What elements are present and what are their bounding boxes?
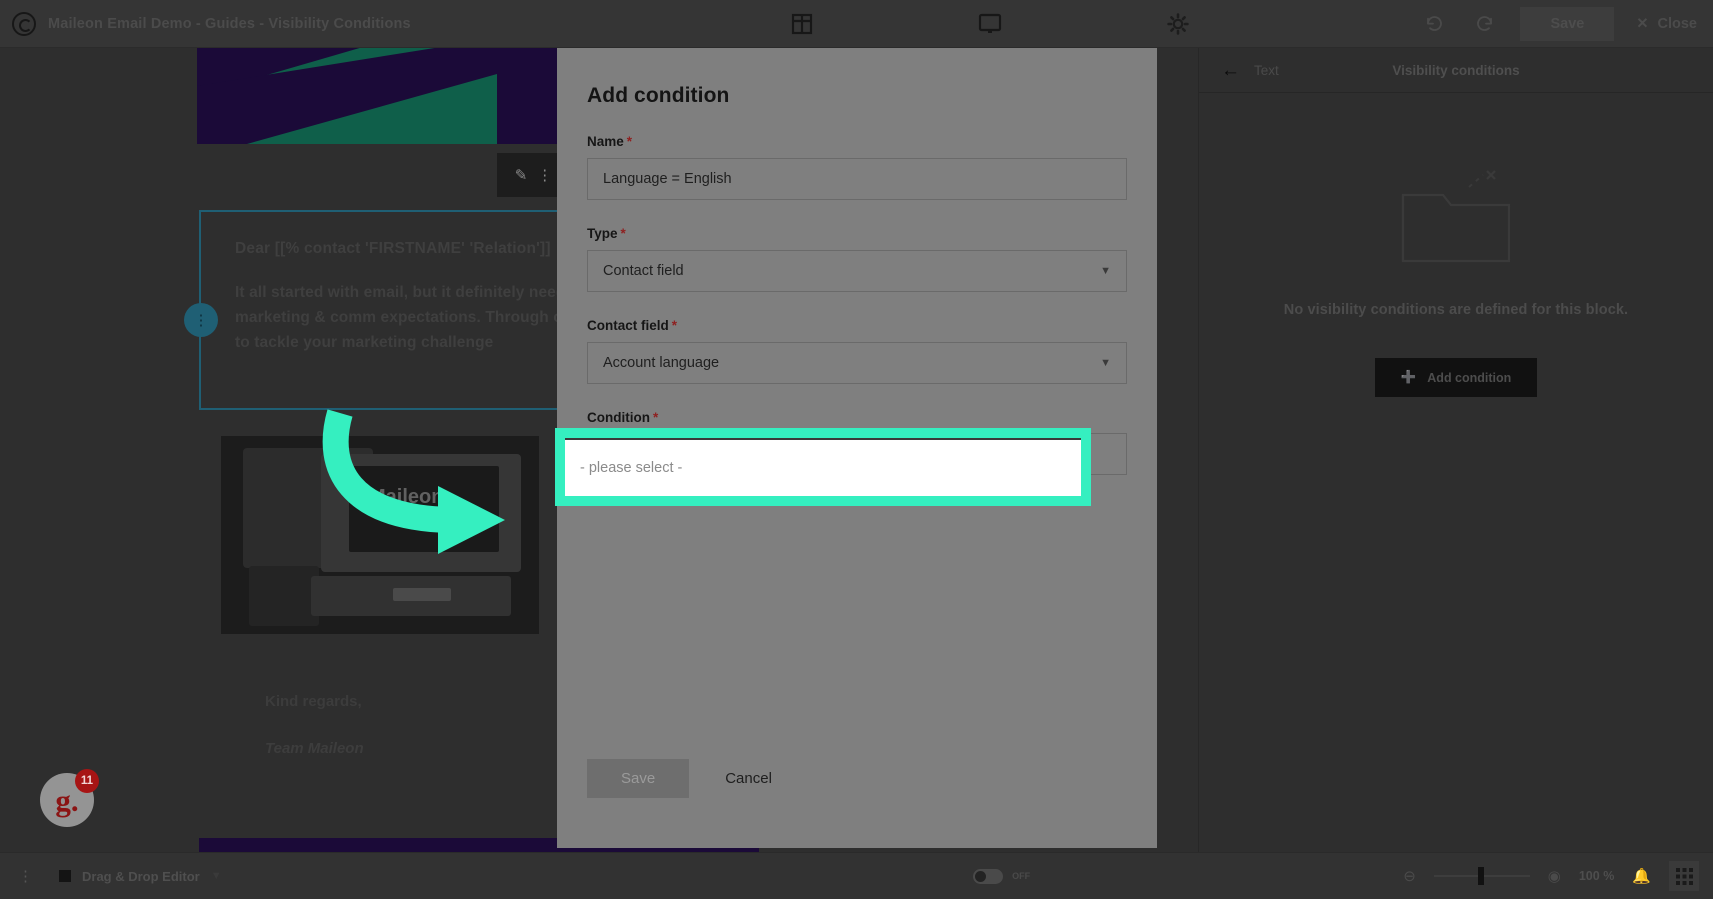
contact-field-select-value: Account language	[603, 355, 720, 371]
zoom-level-value: 100 %	[1578, 869, 1615, 883]
drag-dots-icon[interactable]: ⋮	[537, 166, 553, 184]
condition-highlight-frame: - please select -	[555, 428, 1091, 506]
condition-select-value: - please select -	[580, 460, 683, 476]
modal-action-row: Save Cancel	[587, 759, 778, 798]
gear-icon[interactable]	[1164, 10, 1192, 38]
modal-cancel-button[interactable]: Cancel	[719, 759, 778, 798]
panel-body: No visibility conditions are defined for…	[1199, 93, 1713, 397]
zoom-reset-icon[interactable]: ◉	[1548, 867, 1561, 885]
arrow-left-icon[interactable]: ←	[1221, 61, 1240, 80]
add-condition-button-label: Add condition	[1427, 370, 1512, 385]
chevron-down-icon: ▼	[1100, 357, 1111, 369]
bell-icon[interactable]: 🔔	[1632, 867, 1651, 885]
type-select[interactable]: Contact field ▼	[587, 250, 1127, 292]
toolbar-right-actions: Save ✕ Close	[1420, 6, 1713, 41]
field-type: Type * Contact field ▼	[587, 226, 1127, 292]
editor-swatch-icon	[59, 870, 71, 882]
top-toolbar: Maileon Email Demo - Guides - Visibility…	[0, 0, 1713, 48]
add-condition-button[interactable]: ➕ Add condition	[1374, 358, 1538, 397]
field-condition-label-text: Condition	[587, 410, 650, 425]
field-condition-label: Condition *	[587, 410, 1127, 425]
name-input[interactable]: Language = English	[587, 158, 1127, 200]
required-marker: *	[652, 410, 659, 425]
page-title: Maileon Email Demo - Guides - Visibility…	[48, 15, 411, 32]
app-root: Maileon Email Demo - Guides - Visibility…	[0, 0, 1713, 899]
email-image-block[interactable]: Maileon	[221, 436, 539, 634]
visibility-conditions-panel: ← Text Visibility conditions No visibili…	[1198, 48, 1713, 852]
required-marker: *	[626, 134, 633, 149]
contact-field-select[interactable]: Account language ▼	[587, 342, 1127, 384]
field-type-label-text: Type	[587, 226, 618, 241]
block-drag-handle[interactable]: ⋮	[184, 303, 218, 337]
modal-title: Add condition	[587, 84, 730, 107]
bottom-left-group: ⋮ Drag & Drop Editor ▼	[0, 869, 600, 884]
field-name-label: Name *	[587, 134, 1127, 149]
field-name-label-text: Name	[587, 134, 624, 149]
kebab-menu-icon[interactable]: ⋮	[18, 869, 33, 884]
layout-grid-icon[interactable]	[788, 10, 816, 38]
required-marker: *	[620, 226, 626, 241]
toolbar-center-icons	[560, 10, 1420, 38]
maileon-logo-icon	[12, 11, 36, 36]
pencil-icon[interactable]: ✎	[515, 166, 528, 184]
empty-folder-icon	[1401, 170, 1511, 263]
redo-icon[interactable]	[1470, 10, 1498, 38]
grid-apps-icon[interactable]	[1669, 861, 1699, 891]
image-brand-word: Maileon	[369, 486, 444, 508]
undo-icon[interactable]	[1420, 10, 1448, 38]
desktop-preview-icon[interactable]	[976, 10, 1004, 38]
zoom-out-icon[interactable]: ⊖	[1403, 867, 1416, 885]
condition-select[interactable]: - please select -	[565, 438, 1081, 496]
plus-icon: ➕	[1400, 370, 1417, 384]
field-contact-field: Contact field * Account language ▼	[587, 318, 1127, 384]
preview-toggle-label: OFF	[1012, 871, 1031, 881]
required-marker: *	[671, 318, 678, 333]
brand-area: Maileon Email Demo - Guides - Visibility…	[0, 11, 560, 36]
field-condition: Condition * - please select -	[555, 410, 1127, 506]
field-contact-field-label: Contact field *	[587, 318, 1127, 333]
panel-back-label[interactable]: Text	[1254, 63, 1279, 78]
empty-state-message: No visibility conditions are defined for…	[1283, 302, 1629, 318]
guides-notification-count: 11	[75, 769, 99, 793]
save-button[interactable]: Save	[1520, 6, 1615, 41]
email-signature: Team Maileon	[265, 740, 364, 757]
editor-selector-label: Drag & Drop Editor	[82, 868, 200, 884]
close-x-icon: ✕	[1636, 15, 1649, 32]
chevron-down-icon: ▼	[1100, 265, 1111, 277]
close-button[interactable]: ✕ Close	[1636, 16, 1697, 32]
panel-header: ← Text Visibility conditions	[1199, 48, 1713, 93]
email-regards: Kind regards,	[265, 693, 362, 710]
image-shape-c	[349, 466, 499, 552]
editor-selector[interactable]: Drag & Drop Editor ▼	[59, 869, 222, 884]
add-condition-modal: Add condition Name * Language = English T…	[555, 48, 1157, 848]
bottom-right-group: ⊖ ◉ 100 % 🔔	[1403, 861, 1713, 891]
image-button-shape	[393, 588, 451, 601]
field-name: Name * Language = English	[587, 134, 1127, 200]
guides-widget[interactable]: g. 11	[40, 769, 99, 827]
zoom-slider-thumb[interactable]	[1477, 867, 1484, 885]
bottom-center-group: OFF	[600, 868, 1403, 884]
field-contact-field-label-text: Contact field	[587, 318, 669, 333]
type-select-value: Contact field	[603, 263, 684, 279]
bottom-status-bar: ⋮ Drag & Drop Editor ▼ OFF ⊖ ◉ 100 % 🔔	[0, 852, 1713, 899]
chevron-down-icon: ▼	[210, 870, 222, 882]
image-shape-e	[249, 566, 319, 626]
zoom-slider[interactable]	[1433, 867, 1530, 885]
guides-logo-mark: g.	[55, 782, 79, 818]
modal-save-button[interactable]: Save	[587, 759, 690, 798]
close-button-label: Close	[1657, 15, 1698, 32]
field-type-label: Type *	[587, 226, 1127, 241]
preview-toggle[interactable]	[973, 868, 1004, 884]
